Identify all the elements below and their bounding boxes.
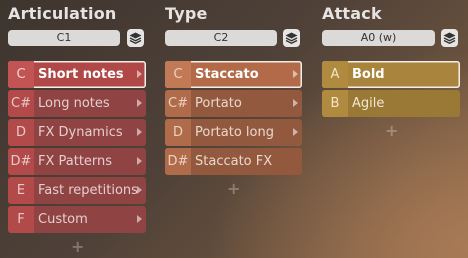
type-row-portato[interactable]: C# Portato — [165, 90, 302, 117]
attack-row-agile[interactable]: B Agile — [322, 90, 460, 117]
chevron-right-icon — [137, 99, 142, 107]
articulation-row-fx-patterns[interactable]: D# FX Patterns — [8, 148, 146, 175]
layers-icon[interactable] — [127, 29, 144, 47]
type-row-staccato[interactable]: C Staccato — [165, 61, 302, 88]
articulation-row-fx-dynamics[interactable]: D FX Dynamics — [8, 119, 146, 146]
articulation-row-fast-repetitions[interactable]: E Fast repetitions — [8, 177, 146, 204]
articulation-row-long-notes[interactable]: C# Long notes — [8, 90, 146, 117]
chevron-right-icon — [137, 215, 142, 223]
column-title: Articulation — [8, 4, 117, 23]
type-row-staccato-fx[interactable]: D# Staccato FX — [165, 148, 302, 175]
add-type-plus-icon[interactable]: + — [227, 179, 240, 198]
row-key: D# — [165, 148, 191, 175]
attack-row-bold[interactable]: A Bold — [322, 61, 460, 88]
add-attack-plus-icon[interactable]: + — [385, 121, 398, 140]
layers-icon[interactable] — [441, 29, 458, 47]
row-label: FX Dynamics — [38, 125, 123, 140]
row-key: C — [165, 61, 191, 88]
row-label: Staccato — [195, 67, 259, 82]
row-key: D — [8, 119, 34, 146]
row-label: Agile — [352, 96, 385, 111]
column-title: Attack — [322, 4, 382, 23]
trigger-key-field[interactable]: A0 (w) — [322, 30, 435, 46]
trigger-key-field[interactable]: C1 — [8, 30, 120, 46]
row-key: D — [165, 119, 191, 146]
row-key: A — [322, 61, 348, 88]
row-label: Bold — [352, 67, 385, 82]
row-key: C# — [165, 90, 191, 117]
chevron-right-icon — [137, 128, 142, 136]
row-label: FX Patterns — [38, 154, 113, 169]
chevron-right-icon — [293, 70, 298, 78]
chevron-right-icon — [137, 186, 142, 194]
row-label: Portato — [195, 96, 242, 111]
add-articulation-plus-icon[interactable]: + — [71, 237, 84, 256]
chevron-right-icon — [137, 157, 142, 165]
row-label: Staccato FX — [195, 154, 273, 169]
layers-icon[interactable] — [283, 29, 300, 47]
column-title: Type — [165, 4, 208, 23]
row-key: D# — [8, 148, 34, 175]
row-label: Portato long — [195, 125, 274, 140]
row-key: E — [8, 177, 34, 204]
row-key: F — [8, 206, 34, 233]
chevron-right-icon — [293, 99, 298, 107]
row-label: Fast repetitions — [38, 183, 138, 198]
articulation-row-short-notes[interactable]: C Short notes — [8, 61, 146, 88]
chevron-right-icon — [293, 128, 298, 136]
row-label: Custom — [38, 212, 88, 227]
row-key: C — [8, 61, 34, 88]
articulation-row-custom[interactable]: F Custom — [8, 206, 146, 233]
type-row-portato-long[interactable]: D Portato long — [165, 119, 302, 146]
row-label: Short notes — [38, 67, 124, 82]
row-label: Long notes — [38, 96, 110, 111]
chevron-right-icon — [137, 70, 142, 78]
trigger-key-field[interactable]: C2 — [165, 30, 277, 46]
row-key: B — [322, 90, 348, 117]
row-key: C# — [8, 90, 34, 117]
